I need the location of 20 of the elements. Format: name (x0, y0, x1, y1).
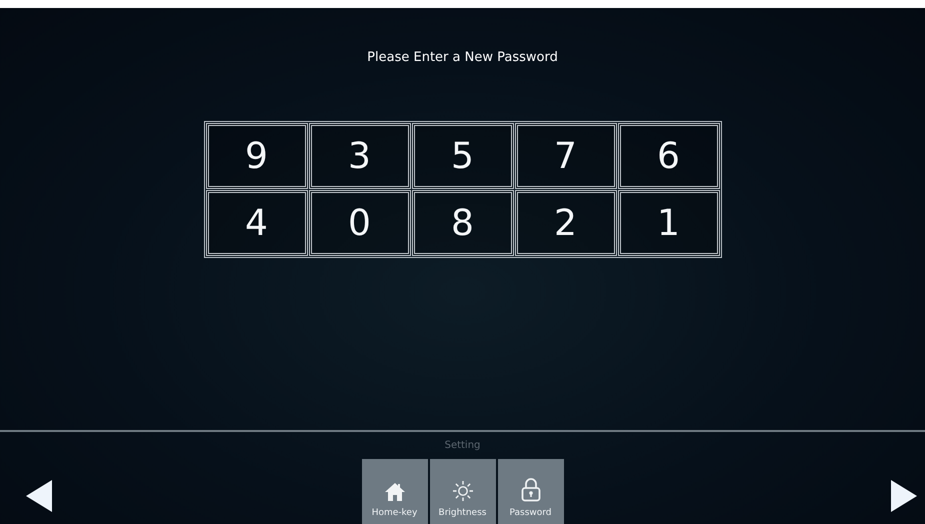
section-label: Setting (444, 440, 480, 451)
right-arrow-icon[interactable] (891, 480, 917, 512)
digit-key[interactable]: 5 (412, 123, 514, 189)
digit-key[interactable]: 6 (618, 123, 720, 189)
setting-button[interactable]: Brightness (430, 459, 496, 524)
digit-key[interactable]: 2 (514, 190, 616, 256)
setting-button[interactable]: Home-key (362, 459, 428, 524)
digit-key[interactable]: 7 (514, 123, 616, 189)
digit-key[interactable]: 0 (308, 190, 410, 256)
house-icon (384, 482, 406, 502)
padlock-icon (520, 478, 540, 502)
setting-button[interactable]: Password (498, 459, 564, 524)
digit-key[interactable]: 8 (412, 190, 514, 256)
digit-key[interactable]: 9 (206, 123, 308, 189)
left-arrow-icon[interactable] (26, 480, 52, 512)
digit-key[interactable]: 3 (308, 123, 410, 189)
digit-key[interactable]: 1 (618, 190, 720, 256)
dialog-title: Please Enter a New Password (367, 50, 558, 65)
sun-icon (452, 480, 474, 502)
digit-key[interactable]: 4 (206, 190, 308, 256)
